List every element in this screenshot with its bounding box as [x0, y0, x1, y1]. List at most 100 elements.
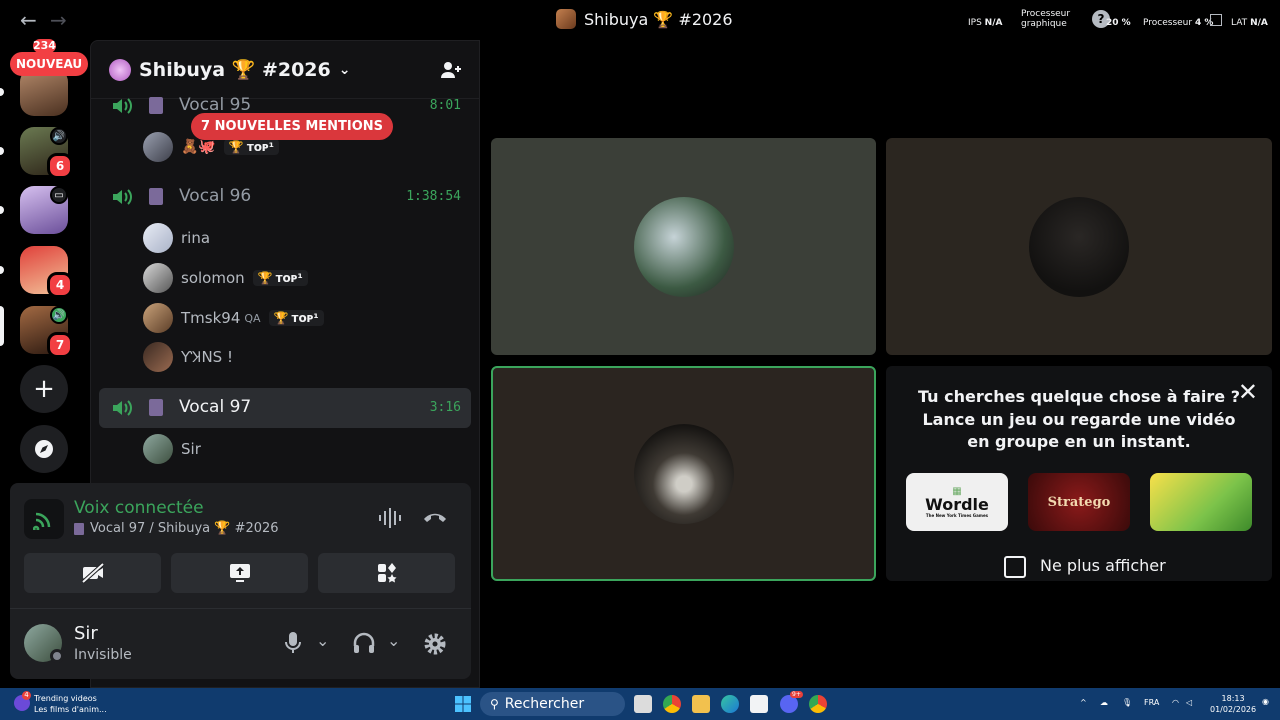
game-wordle[interactable]: ▦ Wordle The New York Times Games [906, 473, 1008, 531]
guild-tag: 🏆 ᴛᴏᴘ¹ [252, 270, 308, 286]
voice-channel-timer: 1:38:54 [406, 189, 461, 204]
book-icon [149, 399, 163, 416]
taskbar-search[interactable]: ⚲ Rechercher [480, 692, 625, 716]
close-icon[interactable]: ✕ [1238, 378, 1258, 406]
chrome-icon[interactable] [663, 695, 681, 713]
voice-channel-name: Vocal 95 [179, 95, 252, 115]
member-name: solomon [181, 269, 245, 287]
chevron-down-icon[interactable]: ⌄ [387, 631, 400, 650]
voice-member[interactable]: Sir [143, 433, 201, 465]
headphones-icon[interactable] [352, 632, 376, 654]
user-name[interactable]: Sir [74, 623, 98, 644]
microphone-icon[interactable] [284, 631, 302, 655]
activity-prompt: Tu cherches quelque chose à faire ? Lanc… [917, 387, 1240, 451]
activity-suggestion: Tu cherches quelque chose à faire ? Lanc… [886, 366, 1272, 581]
add-server-button[interactable]: + [20, 365, 68, 413]
speaker-icon [113, 400, 132, 416]
language-indicator[interactable]: FRA [1144, 698, 1159, 707]
voice-location[interactable]: Vocal 97 / Shibuya 🏆 #2026 [74, 521, 279, 536]
discord-badge: 9+ [790, 691, 803, 698]
participant-tile[interactable] [886, 138, 1272, 355]
task-view-icon[interactable] [634, 695, 652, 713]
participant-tile[interactable] [491, 138, 876, 355]
screen-icon: ▭ [50, 186, 68, 204]
signal-icon [24, 499, 64, 539]
server-badge-2: 6 [47, 153, 73, 179]
nouveau-badge[interactable]: NOUVEAU [10, 52, 89, 76]
discover-button[interactable] [20, 425, 68, 473]
book-icon [149, 188, 163, 205]
unread-indicator [0, 147, 4, 155]
notification-icon[interactable]: ◉ [1262, 697, 1269, 706]
book-icon [149, 97, 163, 114]
gpu-value: 20 % [1106, 18, 1131, 28]
ips-stat: IPS N/A [968, 18, 1003, 28]
chevron-down-icon: ⌄ [338, 61, 351, 78]
user-status-indicator [50, 649, 64, 663]
windows-taskbar: 4 Trending videos Les films d'anim... ⚲ … [0, 688, 1280, 720]
dont-show-label: Ne plus afficher [1040, 556, 1166, 575]
window-title: Shibuya 🏆 #2026 [556, 9, 733, 29]
activity-icon [377, 563, 396, 583]
store-icon[interactable] [750, 695, 768, 713]
chrome-profile-icon[interactable] [809, 695, 827, 713]
compass-icon [35, 440, 53, 458]
speaker-icon: 🔊 [50, 306, 68, 324]
search-icon: ⚲ [490, 697, 499, 711]
camera-toggle-button[interactable] [24, 553, 161, 593]
voice-connection-panel: Voix connectée Vocal 97 / Shibuya 🏆 #202… [10, 483, 471, 679]
chevron-down-icon[interactable]: ⌄ [316, 631, 329, 650]
onedrive-icon[interactable]: ☁ [1100, 698, 1108, 707]
game-farm[interactable] [1150, 473, 1252, 531]
volume-icon[interactable]: ◁ [1186, 698, 1192, 707]
soundboard-wave-icon[interactable] [378, 507, 402, 529]
guild-icon [109, 58, 131, 81]
file-explorer-icon[interactable] [692, 695, 710, 713]
windows-start-icon[interactable] [455, 696, 471, 712]
emoji-decoration: 🧸🐙 [181, 139, 216, 155]
voice-member[interactable]: ƳꞰNS ! [143, 341, 233, 373]
add-member-icon[interactable] [439, 58, 463, 82]
dont-show-checkbox[interactable] [1004, 556, 1026, 578]
chevron-up-icon[interactable]: ^ [1080, 698, 1087, 707]
avatar [143, 303, 173, 333]
avatar [143, 342, 173, 372]
avatar [143, 223, 173, 253]
taskbar-clock[interactable]: 18:13 01/02/2026 [1210, 693, 1256, 715]
settings-gear-icon[interactable] [423, 632, 447, 656]
screen-share-icon [229, 564, 250, 582]
user-status-text: Invisible [74, 647, 132, 663]
arrow-left-icon[interactable]: ← [20, 8, 37, 32]
unread-indicator [0, 266, 4, 274]
divider [10, 608, 471, 609]
disconnect-icon[interactable] [422, 510, 448, 524]
activities-button[interactable] [318, 553, 455, 593]
game-stratego[interactable]: Stratego [1028, 473, 1130, 531]
news-widget[interactable]: Trending videos Les films d'anim... [34, 693, 107, 715]
avatar [143, 434, 173, 464]
voice-channel-97[interactable]: Vocal 97 3:16 [99, 388, 471, 428]
screen-share-button[interactable] [171, 553, 308, 593]
window-maximize-icon[interactable] [1210, 14, 1222, 26]
new-mentions-pill[interactable]: 7 NOUVELLES MENTIONS [191, 113, 394, 140]
speaker-icon [113, 98, 132, 114]
guild-tag: 🏆 ᴛᴏᴘ¹ [223, 139, 279, 155]
speaker-icon: 🔊 [50, 127, 68, 145]
member-name: rina [181, 229, 211, 247]
unread-indicator [0, 206, 4, 214]
trophy-icon: 🏆 [257, 271, 273, 285]
voice-member[interactable]: solomon 🏆 ᴛᴏᴘ¹ [143, 262, 308, 294]
selected-indicator [0, 306, 4, 346]
voice-stage: Tu cherches quelque chose à faire ? Lanc… [480, 40, 1280, 688]
voice-member[interactable]: Tmsk94 QA 🏆 ᴛᴏᴘ¹ [143, 302, 324, 334]
arrow-right-icon[interactable]: → [50, 8, 67, 32]
voice-channel-96[interactable]: Vocal 96 1:38:54 [99, 177, 471, 217]
microphone-tray-icon[interactable]: 🎙 [1122, 698, 1132, 707]
voice-status[interactable]: Voix connectée [74, 498, 204, 518]
participant-tile-speaking[interactable] [491, 366, 876, 581]
guild-tag: 🏆 ᴛᴏᴘ¹ [268, 310, 324, 326]
edge-icon[interactable] [721, 695, 739, 713]
voice-member[interactable]: rina [143, 222, 210, 254]
trophy-icon: 🏆 [273, 311, 289, 325]
wifi-icon[interactable]: ◠ [1172, 698, 1179, 707]
